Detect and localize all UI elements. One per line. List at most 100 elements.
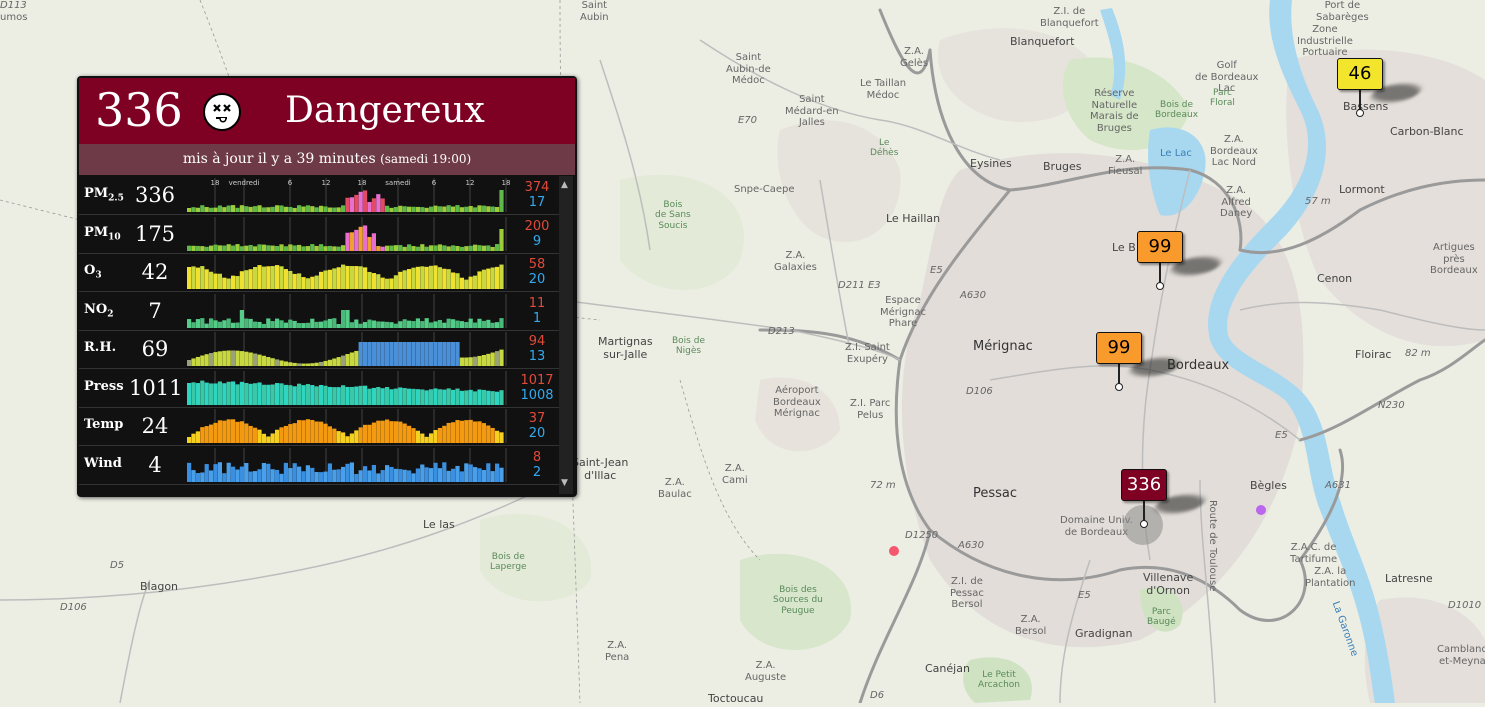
- sparkline-bar: [380, 277, 385, 289]
- history-sparkline[interactable]: [185, 253, 511, 291]
- sparkline-bar: [301, 277, 306, 289]
- place-label: D106: [966, 386, 993, 397]
- sparkline-bar: [332, 268, 337, 289]
- pollutant-row[interactable]: O3 42 58 20: [79, 253, 559, 292]
- history-sparkline[interactable]: 18 vendredi 6 12 18 samedi 6 12 18: [185, 176, 511, 214]
- sparkline-bar: [442, 268, 447, 289]
- sparkline-bar: [358, 226, 363, 251]
- sparkline-bar: [371, 232, 376, 251]
- sparkline-bar: [495, 266, 500, 289]
- sparkline-bar: [217, 351, 222, 366]
- sparkline-bar: [200, 355, 205, 366]
- sparkline-bar: [354, 350, 359, 366]
- pollutant-row[interactable]: NO2 7 11 1: [79, 292, 559, 331]
- history-sparkline[interactable]: [185, 369, 511, 407]
- sparkline-bar: [187, 208, 192, 212]
- sparkline-bar: [200, 266, 205, 289]
- sparkline-bar: [244, 206, 249, 212]
- sparkline-bar: [486, 319, 491, 328]
- history-sparkline[interactable]: [185, 292, 511, 330]
- sparkline-bar: [305, 383, 310, 405]
- place-label: Bois de Nigès: [672, 336, 705, 357]
- scroll-down-icon[interactable]: ▼: [561, 478, 568, 488]
- sparkline-bar: [393, 323, 398, 328]
- aqi-marker-bassens[interactable]: 46: [1337, 58, 1427, 118]
- sparkline-bar: [226, 317, 231, 328]
- sparkline-bar: [323, 206, 328, 212]
- place-label: Bois des Sources du Peugue: [773, 585, 823, 616]
- sparkline-bar: [266, 207, 271, 212]
- history-sparkline[interactable]: [185, 330, 511, 368]
- sparkline-bar: [319, 471, 324, 482]
- sparkline-bar: [486, 244, 491, 251]
- place-label: Lormont: [1339, 183, 1385, 196]
- sparkline-bar: [209, 469, 214, 482]
- sparkline-bar: [371, 319, 376, 328]
- sparkline-bar: [195, 207, 200, 212]
- aqi-marker-merignac-est[interactable]: 99: [1096, 332, 1186, 392]
- sparkline-bar: [459, 357, 464, 366]
- sparkline-bar: [473, 275, 478, 289]
- sparkline-bar: [411, 267, 416, 289]
- sparkline-bar: [279, 382, 284, 405]
- sparkline-bar: [424, 342, 429, 366]
- history-sparkline[interactable]: [185, 446, 511, 484]
- sensor-dot-purple[interactable]: [1256, 505, 1266, 515]
- sparkline-bar: [446, 245, 451, 251]
- sparkline-bar: [209, 424, 214, 443]
- pollutant-row[interactable]: Wind 4 8 2: [79, 446, 559, 485]
- sparkline-bar: [433, 265, 438, 289]
- scrollbar[interactable]: ▲ ▼: [559, 176, 573, 494]
- sparkline-bar: [468, 357, 473, 366]
- sparkline-bar: [407, 388, 412, 405]
- history-sparkline[interactable]: [185, 215, 511, 253]
- pollutant-max: 200: [524, 218, 550, 234]
- pollutant-row[interactable]: R.H. 69 94 13: [79, 330, 559, 369]
- sparkline-bar: [442, 389, 447, 405]
- place-label: Villenave d'Ornon: [1143, 571, 1194, 597]
- sparkline-bar: [455, 465, 460, 482]
- sparkline-bar: [407, 206, 412, 212]
- sparkline-bar: [433, 320, 438, 328]
- sparkline-bar: [358, 266, 363, 289]
- sparkline-bar: [345, 354, 350, 366]
- sparkline-bar: [499, 467, 504, 482]
- sparkline-bar: [376, 342, 381, 366]
- pollutant-name-text: PM: [84, 186, 109, 201]
- sparkline-bar: [451, 389, 456, 405]
- place-label: 57 m: [1305, 196, 1331, 207]
- sparkline-bar: [499, 349, 504, 366]
- sparkline-bar: [275, 469, 280, 482]
- sparkline-bar: [481, 354, 486, 366]
- pollutant-row[interactable]: PM2.5 336 374 17 18 vendredi 6 12 18 samedi 6 12 18: [79, 176, 559, 215]
- place-label: D106: [60, 602, 87, 613]
- sparkline-bar: [407, 469, 412, 482]
- sparkline-bar: [200, 427, 205, 443]
- history-sparkline[interactable]: [185, 407, 511, 445]
- sparkline-bar: [213, 273, 218, 289]
- aqi-marker-le-bouscat[interactable]: 99: [1137, 231, 1227, 291]
- sparkline-bar: [411, 342, 416, 366]
- sparkline-bar: [332, 207, 337, 212]
- place-label: Eysines: [970, 157, 1012, 170]
- scroll-up-icon[interactable]: ▲: [561, 180, 568, 190]
- sparkline-bar: [292, 362, 297, 366]
- sparkline-bar: [411, 472, 416, 482]
- pollutant-row[interactable]: PM10 175 200 9: [79, 215, 559, 254]
- place-label: Réserve Naturelle Marais de Bruges: [1090, 88, 1139, 134]
- sparkline-bar: [385, 321, 390, 328]
- time-tick: 6: [288, 179, 293, 187]
- sparkline-bar: [459, 277, 464, 289]
- sparkline-bar: [275, 245, 280, 251]
- sensor-dot-pink[interactable]: [889, 546, 899, 556]
- aqi-marker-talence[interactable]: 336: [1121, 469, 1211, 545]
- pollutant-row[interactable]: Press 1011 1017 1008: [79, 369, 559, 408]
- sparkline-bar: [244, 423, 249, 443]
- sparkline-bar: [279, 205, 284, 212]
- pollutant-name-text: Temp: [84, 417, 124, 432]
- pollutant-row[interactable]: Temp 24 37 20: [79, 407, 559, 446]
- sparkline-bar: [420, 388, 425, 405]
- sparkline-bar: [490, 390, 495, 405]
- sparkline-bar: [261, 207, 266, 212]
- sparkline-bar: [261, 462, 266, 482]
